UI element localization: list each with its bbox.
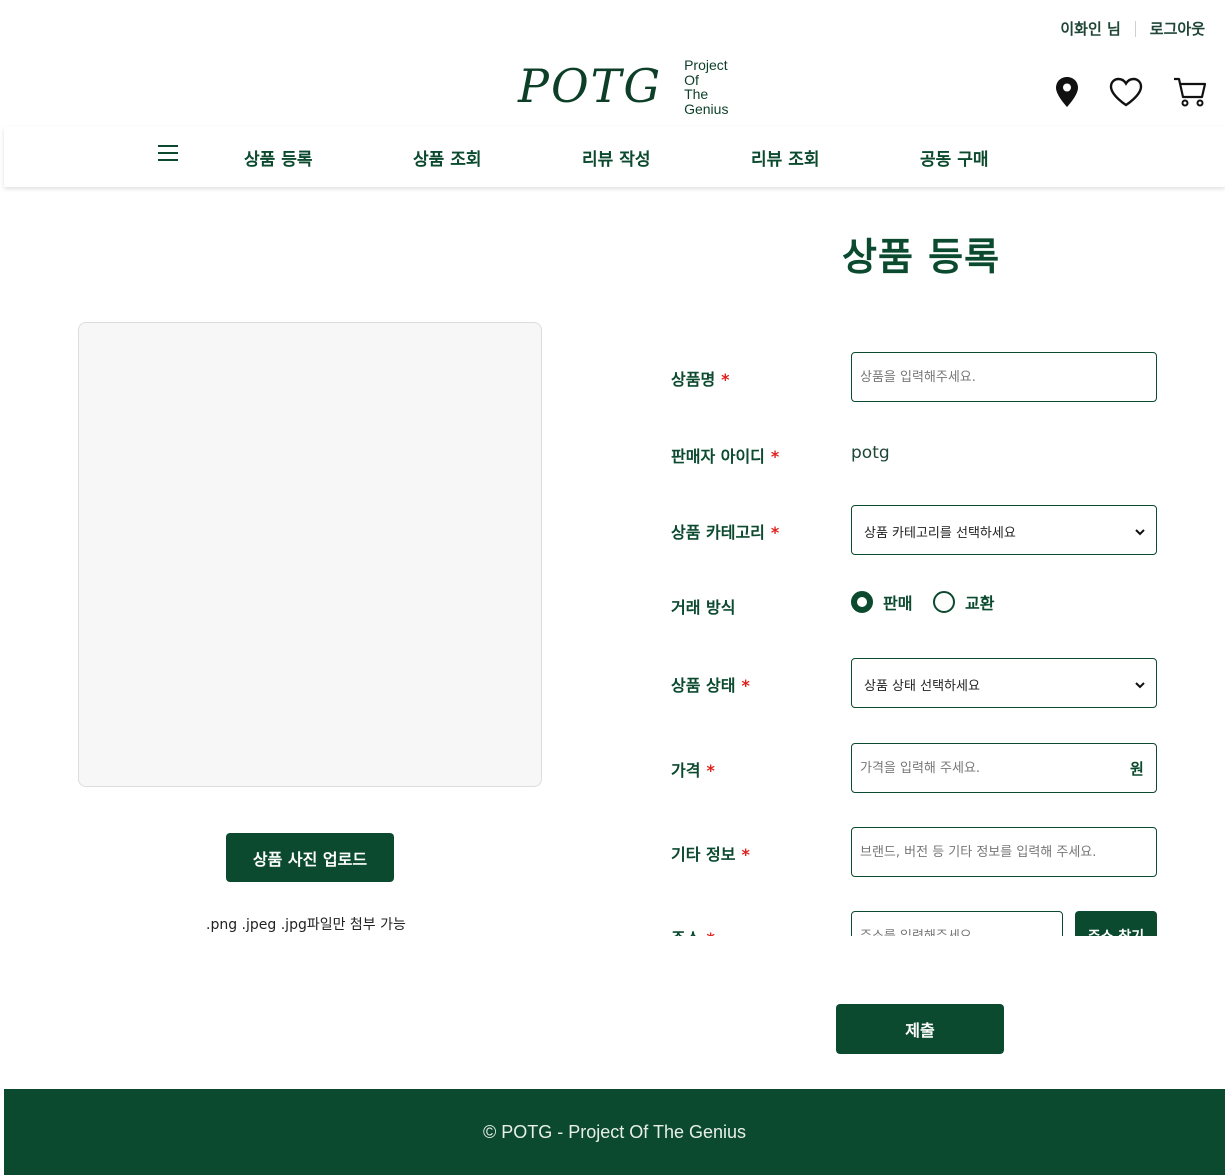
category-select[interactable]: 상품 카테고리를 선택하세요 (851, 505, 1157, 555)
upload-note: .png .jpeg .jpg파일만 첨부 가능 (206, 917, 406, 933)
user-bar: 이화인 님 로그아웃 (1060, 18, 1205, 39)
logo-sub-line: Genius (684, 100, 729, 117)
user-name: 이화인 님 (1060, 20, 1121, 38)
trade-method-label: 거래 방식 (671, 598, 736, 617)
header-icons (1025, 76, 1207, 108)
nav-item-product-search[interactable]: 상품 조회 (413, 145, 481, 170)
logo-sub-line: Of (684, 71, 699, 88)
nav-item-group-buy[interactable]: 공동 구매 (920, 145, 988, 170)
logo-sub-line: The (684, 86, 709, 102)
chevron-down-icon (1134, 676, 1146, 695)
divider (1134, 20, 1136, 37)
footer: © POTG - Project Of The Genius (4, 1089, 1225, 1175)
radio-unchecked-icon (933, 591, 955, 613)
radio-sell[interactable]: 판매 (851, 590, 912, 614)
product-form: 상품명* 판매자 아이디* potg 상품 카테고리* 상품 카테고리를 선택하… (660, 340, 1180, 936)
category-selected: 상품 카테고리를 선택하세요 (864, 526, 1016, 541)
nav-item-view-reviews[interactable]: 리뷰 조회 (751, 145, 819, 170)
map-pin-icon[interactable] (1055, 76, 1079, 108)
seller-id-label: 판매자 아이디 * (671, 447, 780, 466)
heart-icon[interactable] (1109, 77, 1143, 107)
radio-exchange[interactable]: 교환 (933, 590, 994, 614)
radio-checked-icon (851, 591, 873, 613)
cart-icon[interactable] (1173, 76, 1207, 108)
extra-info-input[interactable] (851, 827, 1157, 877)
condition-label: 상품 상태 * (671, 676, 750, 695)
nav-item-product-register[interactable]: 상품 등록 (244, 145, 312, 170)
logo-subtitle: Project Of The Genius (684, 58, 728, 116)
condition-select[interactable]: 상품 상태 선택하세요 (851, 658, 1157, 708)
product-name-label: 상품명 * (671, 370, 730, 389)
radio-sell-label: 판매 (883, 594, 913, 613)
address-input[interactable] (851, 911, 1063, 936)
find-address-button[interactable]: 주소 찾기 (1075, 911, 1157, 936)
price-unit: 원 (1130, 760, 1144, 778)
submit-button[interactable]: 제출 (836, 1004, 1004, 1054)
radio-exchange-label: 교환 (965, 594, 995, 613)
chevron-down-icon (1134, 523, 1146, 542)
nav-item-write-review[interactable]: 리뷰 작성 (582, 145, 650, 170)
logo-mark: POTG (518, 59, 663, 113)
upload-photo-button[interactable]: 상품 사진 업로드 (226, 833, 394, 882)
condition-selected: 상품 상태 선택하세요 (864, 679, 980, 694)
category-label: 상품 카테고리 * (671, 523, 780, 542)
address-label: 주소* (671, 925, 715, 936)
hamburger-menu-icon[interactable] (158, 143, 178, 167)
logout-link[interactable]: 로그아웃 (1150, 18, 1205, 39)
footer-copyright: © POTG - Project Of The Genius (482, 1121, 746, 1142)
price-label: 가격 * (671, 761, 715, 780)
seller-id-value: potg (851, 443, 890, 463)
price-input[interactable] (851, 743, 1157, 793)
main-nav: 상품 등록 상품 조회 리뷰 작성 리뷰 조회 공동 구매 (4, 127, 1225, 187)
logo-sub-line: Project (684, 57, 728, 73)
extra-info-label: 기타 정보 * (671, 845, 750, 864)
logo[interactable]: POTG Project Of The Genius (518, 56, 728, 116)
product-name-input[interactable] (851, 352, 1157, 402)
page-title: 상품 등록 (842, 235, 1001, 279)
photo-preview (78, 322, 542, 787)
